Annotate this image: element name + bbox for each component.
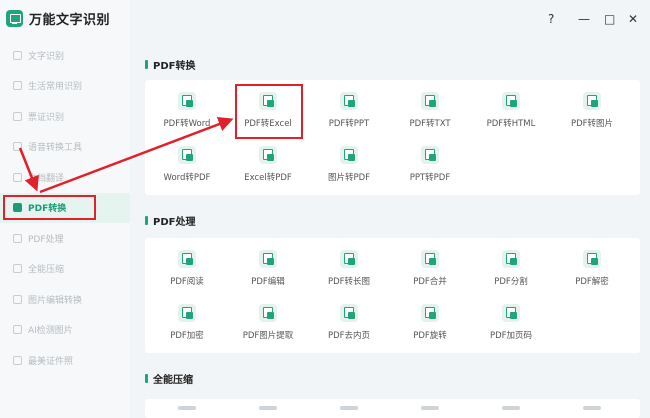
tool-pdf-encrypt[interactable]: PDF加密 [147,302,227,352]
pdf-edit-icon [259,250,277,268]
highlight-box-sidebar [3,195,96,220]
highlight-box-pdf-to-excel [235,84,303,139]
section-marker [145,216,148,225]
tool-pdf-edit[interactable]: PDF编辑 [228,248,308,298]
compress-tool-icon[interactable] [259,406,277,410]
sidebar-item-label: 票证识别 [28,112,65,123]
pdf-extract-images-icon [259,304,277,322]
pdf-to-word-icon [178,92,196,110]
tool-pdf-decrypt[interactable]: PDF解密 [552,248,632,298]
sidebar-item-label: 全能压缩 [28,265,65,276]
tool-pdf-long-image[interactable]: PDF转长图 [309,248,389,298]
sidebar-item-label: 文字识别 [28,51,65,62]
text-recognition-icon [13,50,22,60]
sidebar-item-voice-tools[interactable]: 语音转换工具 [0,132,130,163]
compress-tool-icon[interactable] [502,406,520,410]
section-marker [145,60,148,69]
voice-icon [13,142,22,152]
pdf-convert-card: PDF转Word PDF转Excel PDF转PPT PDF转TXT PDF转H… [145,80,640,195]
tool-pdf-merge[interactable]: PDF合并 [390,248,470,298]
section-title-pdf-convert: PDF转换 [145,57,195,72]
pdf-rotate-icon [421,304,439,322]
sidebar-item-id-photo[interactable]: 最美证件照 [0,345,130,376]
tool-pdf-to-html[interactable]: PDF转HTML [471,90,551,140]
sidebar-item-document-translate[interactable]: 文档翻译 [0,162,130,193]
tool-image-to-pdf[interactable]: 图片转PDF [309,144,389,194]
maximize-button[interactable]: □ [604,13,615,25]
tool-pdf-read[interactable]: PDF阅读 [147,248,227,298]
compress-tool-icon[interactable] [178,406,196,410]
sidebar-item-label: AI检测图片 [28,326,73,337]
main-panel: PDF转换 PDF转Word PDF转Excel PDF转PPT PDF转TXT… [140,45,645,418]
tool-pdf-split[interactable]: PDF分割 [471,248,551,298]
app-logo: 万能文字识别 [6,9,110,28]
tool-pdf-to-image[interactable]: PDF转图片 [552,90,632,140]
pdf-remove-pages-icon [340,304,358,322]
ai-detect-icon [13,325,22,335]
translate-icon [13,172,22,182]
pdf-to-txt-icon [421,92,439,110]
pdf-process-icon [13,233,22,243]
sidebar-item-pdf-process[interactable]: PDF处理 [0,223,130,254]
pdf-read-icon [178,250,196,268]
id-photo-icon [13,355,22,365]
word-to-pdf-icon [178,146,196,164]
sidebar-item-daily-recognition[interactable]: 生活常用识别 [0,71,130,102]
image-edit-icon [13,294,22,304]
sidebar-item-label: 生活常用识别 [28,82,83,93]
help-button[interactable]: ? [548,13,554,25]
sidebar-item-label: 语音转换工具 [28,143,83,154]
pdf-to-image-icon [583,92,601,110]
sidebar-item-image-edit[interactable]: 图片编辑转换 [0,284,130,315]
compress-tool-icon[interactable] [340,406,358,410]
pdf-long-image-icon [340,250,358,268]
tool-word-to-pdf[interactable]: Word转PDF [147,144,227,194]
compress-icon [13,264,22,274]
compress-tool-icon[interactable] [421,406,439,410]
app-title: 万能文字识别 [29,13,111,28]
pdf-merge-icon [421,250,439,268]
pdf-encrypt-icon [178,304,196,322]
sidebar-item-compress[interactable]: 全能压缩 [0,254,130,285]
tool-pdf-remove-pages[interactable]: PDF去内页 [309,302,389,352]
sidebar-item-ai-detect[interactable]: AI检测图片 [0,315,130,346]
tool-ppt-to-pdf[interactable]: PPT转PDF [390,144,470,194]
tool-pdf-rotate[interactable]: PDF旋转 [390,302,470,352]
compress-tool-icon[interactable] [583,406,601,410]
section-marker [145,374,148,383]
section-title-pdf-process: PDF处理 [145,213,195,228]
pdf-split-icon [502,250,520,268]
sidebar-item-text-recognition[interactable]: 文字识别 [0,40,130,71]
pdf-decrypt-icon [583,250,601,268]
compress-card [145,399,640,418]
ppt-to-pdf-icon [421,146,439,164]
tool-pdf-to-word[interactable]: PDF转Word [147,90,227,140]
sidebar-item-label: 最美证件照 [28,356,74,367]
excel-to-pdf-icon [259,146,277,164]
sidebar-item-label: 文档翻译 [28,173,65,184]
tool-excel-to-pdf[interactable]: Excel转PDF [228,144,308,194]
tool-pdf-page-numbers[interactable]: PDF加页码 [471,302,551,352]
pdf-to-html-icon [502,92,520,110]
pdf-process-card: PDF阅读 PDF编辑 PDF转长图 PDF合并 PDF分割 PDF解密 PDF… [145,238,640,353]
sidebar-item-label: 图片编辑转换 [28,295,83,306]
tool-pdf-to-ppt[interactable]: PDF转PPT [309,90,389,140]
pdf-to-ppt-icon [340,92,358,110]
sidebar-item-ticket-recognition[interactable]: 票证识别 [0,101,130,132]
pdf-page-numbers-icon [502,304,520,322]
tool-pdf-extract-images[interactable]: PDF图片提取 [228,302,308,352]
tool-pdf-to-txt[interactable]: PDF转TXT [390,90,470,140]
app-logo-icon [6,10,23,27]
image-to-pdf-icon [340,146,358,164]
close-button[interactable]: ✕ [628,13,638,25]
section-title-compress: 全能压缩 [145,371,193,386]
sidebar-item-label: PDF处理 [28,234,64,245]
minimize-button[interactable]: — [578,13,590,25]
daily-recognition-icon [13,81,22,91]
ticket-icon [13,111,22,121]
